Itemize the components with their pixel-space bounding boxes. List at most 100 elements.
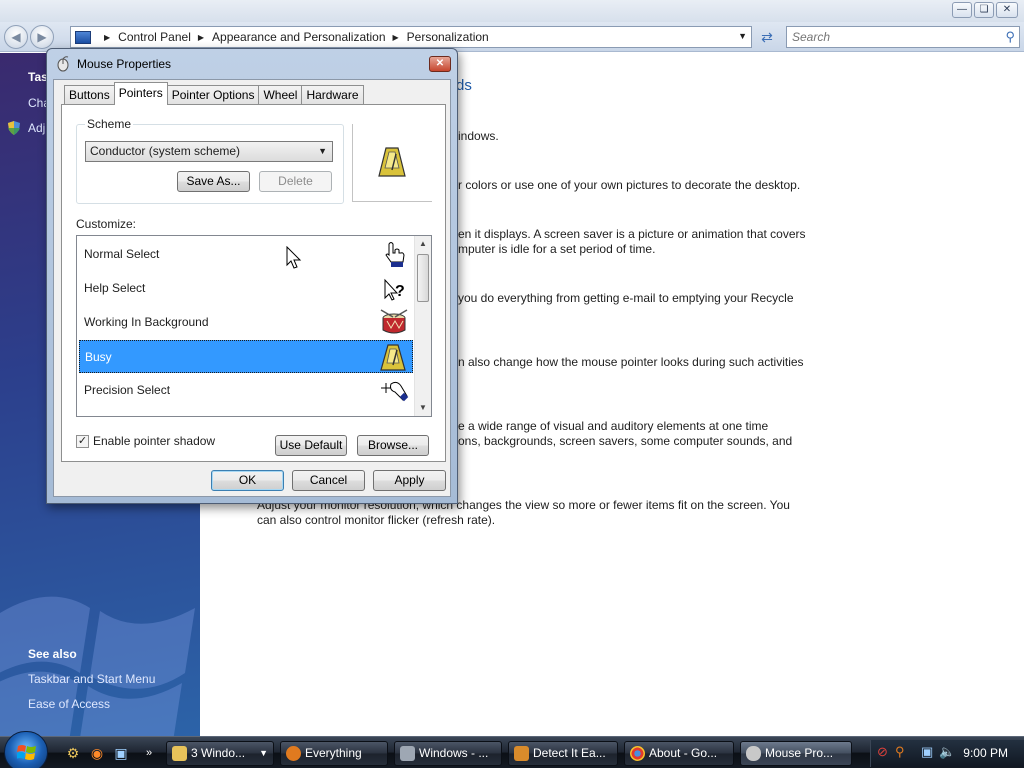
minimize-button[interactable]: — bbox=[952, 2, 972, 18]
quicklaunch-firefox-icon[interactable]: ◉ bbox=[88, 744, 106, 762]
apply-button[interactable]: Apply bbox=[373, 470, 446, 491]
quicklaunch-tool-icon[interactable]: ⚙ bbox=[64, 744, 82, 762]
browse-button[interactable]: Browse... bbox=[357, 435, 429, 456]
use-default-button[interactable]: Use Default bbox=[275, 435, 347, 456]
mouse-icon bbox=[57, 56, 69, 72]
scroll-down-icon[interactable]: ▼ bbox=[415, 400, 431, 416]
blocked-icon[interactable]: ⊘ bbox=[877, 744, 888, 760]
tab-hardware[interactable]: Hardware bbox=[301, 85, 364, 105]
back-button[interactable]: ◀ bbox=[4, 25, 28, 49]
address-bar[interactable]: ▶ Control Panel ▶ Appearance and Persona… bbox=[70, 26, 752, 48]
dialog-close-button[interactable]: ✕ bbox=[429, 56, 451, 72]
control-panel-icon bbox=[75, 30, 91, 44]
search-input[interactable] bbox=[787, 27, 987, 47]
close-window-button[interactable]: ✕ bbox=[996, 2, 1018, 18]
list-item[interactable]: Help Select ? bbox=[79, 272, 413, 305]
tab-buttons[interactable]: Buttons bbox=[64, 85, 115, 105]
breadcrumb-control-panel[interactable]: Control Panel bbox=[118, 30, 191, 44]
drum-icon bbox=[380, 309, 408, 334]
quicklaunch-more-icon[interactable]: » bbox=[140, 744, 158, 762]
folder-icon bbox=[172, 746, 187, 761]
scroll-up-icon[interactable]: ▲ bbox=[415, 236, 431, 252]
breadcrumb-separator-icon[interactable]: ▶ bbox=[198, 33, 204, 42]
metronome-icon bbox=[380, 344, 406, 371]
task-link-adjust[interactable]: Adj bbox=[28, 121, 45, 135]
chevron-down-icon: ▼ bbox=[259, 748, 268, 758]
scheme-select[interactable]: Conductor (system scheme) ▼ bbox=[85, 141, 333, 162]
tab-pointers[interactable]: Pointers bbox=[113, 82, 168, 105]
taskbar-task[interactable]: 3 Windo... ▼ bbox=[166, 741, 274, 766]
chevron-down-icon: ▼ bbox=[318, 146, 327, 156]
maximize-button[interactable]: ❏ bbox=[974, 2, 994, 18]
breadcrumb-separator-icon[interactable]: ▶ bbox=[393, 33, 399, 42]
hand-pointer-icon bbox=[385, 242, 405, 267]
taskbar-task-active[interactable]: Mouse Pro... bbox=[740, 741, 852, 766]
breadcrumb-personalization[interactable]: Personalization bbox=[407, 30, 489, 44]
windows-logo-icon bbox=[17, 745, 36, 760]
tasks-heading: Tas bbox=[28, 70, 48, 84]
pointers-panel: Scheme Conductor (system scheme) ▼ Save … bbox=[61, 104, 446, 462]
content-line: can also control monitor flicker (refres… bbox=[257, 513, 496, 527]
see-also-taskbar-link[interactable]: Taskbar and Start Menu bbox=[28, 672, 155, 686]
dialog-title: Mouse Properties bbox=[77, 57, 172, 71]
scroll-thumb[interactable] bbox=[417, 254, 429, 302]
see-also-ease-link[interactable]: Ease of Access bbox=[28, 697, 110, 711]
help-pointer-icon: ? bbox=[384, 278, 405, 301]
cursor-list[interactable]: Normal Select Help Select ? Working In B… bbox=[76, 235, 432, 417]
taskbar-task[interactable]: Everything bbox=[280, 741, 388, 766]
save-as-button[interactable]: Save As... bbox=[177, 171, 250, 192]
content-line: you do everything from getting e-mail to… bbox=[458, 291, 794, 305]
window-caption-buttons: — ❏ ✕ bbox=[952, 2, 1018, 18]
arrow-cursor-icon bbox=[286, 246, 302, 269]
pointer-preview bbox=[352, 124, 432, 202]
content-line: e a wide range of visual and auditory el… bbox=[458, 419, 769, 433]
detect-icon bbox=[514, 746, 529, 761]
task-label: Windows - ... bbox=[419, 746, 489, 760]
refresh-icon[interactable]: ⇄ bbox=[756, 26, 778, 48]
quicklaunch-desktop-icon[interactable]: ▣ bbox=[112, 744, 130, 762]
task-label: Detect It Ea... bbox=[533, 746, 606, 760]
cursor-name: Normal Select bbox=[84, 247, 160, 261]
cancel-button[interactable]: Cancel bbox=[292, 470, 365, 491]
content-line: en it displays. A screen saver is a pict… bbox=[458, 227, 806, 241]
precision-pointer-icon bbox=[381, 381, 409, 402]
list-item[interactable]: Working In Background bbox=[79, 306, 413, 339]
forward-button[interactable]: ▶ bbox=[30, 25, 54, 49]
search-box[interactable]: ⚲ bbox=[786, 26, 1020, 48]
cursor-name: Busy bbox=[85, 350, 112, 364]
tab-wheel[interactable]: Wheel bbox=[258, 85, 303, 105]
clock[interactable]: 9:00 PM bbox=[963, 746, 1008, 760]
delete-button[interactable]: Delete bbox=[259, 171, 332, 192]
metronome-icon bbox=[378, 147, 406, 177]
volume-icon[interactable]: 🔈 bbox=[939, 744, 955, 760]
task-label: Everything bbox=[305, 746, 362, 760]
ok-button[interactable]: OK bbox=[211, 470, 284, 491]
magnifier-icon[interactable]: ⚲ bbox=[895, 744, 905, 760]
taskbar: ⚙ ◉ ▣ » 3 Windo... ▼ Everything Windows … bbox=[0, 731, 1024, 768]
tab-strip: Buttons Pointers Pointer Options Wheel H… bbox=[64, 82, 364, 105]
windows-mouse-icon bbox=[400, 746, 415, 761]
cursor-name: Help Select bbox=[84, 281, 146, 295]
list-item[interactable]: Precision Select bbox=[79, 374, 413, 407]
network-icon[interactable]: ▣ bbox=[921, 744, 933, 760]
enable-shadow-checkbox[interactable]: ✓ Enable pointer shadow bbox=[76, 434, 215, 448]
task-label: 3 Windo... bbox=[191, 746, 246, 760]
breadcrumb-separator-icon[interactable]: ▶ bbox=[104, 33, 110, 42]
taskbar-task[interactable]: Detect It Ea... bbox=[508, 741, 618, 766]
taskbar-task[interactable]: Windows - ... bbox=[394, 741, 502, 766]
cursor-list-scrollbar[interactable]: ▲ ▼ bbox=[414, 236, 431, 416]
tab-pointer-options[interactable]: Pointer Options bbox=[166, 85, 260, 105]
mouse-icon bbox=[746, 746, 761, 761]
uac-shield-icon bbox=[8, 121, 20, 135]
search-icon[interactable]: ⚲ bbox=[1005, 29, 1015, 45]
breadcrumb-appearance[interactable]: Appearance and Personalization bbox=[212, 30, 385, 44]
address-dropdown-icon[interactable]: ▼ bbox=[738, 31, 747, 41]
list-item[interactable]: Normal Select bbox=[79, 238, 413, 271]
start-button[interactable] bbox=[4, 731, 48, 768]
task-label: Mouse Pro... bbox=[765, 746, 834, 760]
list-item-selected[interactable]: Busy bbox=[79, 340, 413, 373]
content-line: indows. bbox=[458, 129, 499, 143]
chrome-icon bbox=[630, 746, 645, 761]
checkmark-icon[interactable]: ✓ bbox=[76, 434, 89, 448]
taskbar-task[interactable]: About - Go... bbox=[624, 741, 734, 766]
